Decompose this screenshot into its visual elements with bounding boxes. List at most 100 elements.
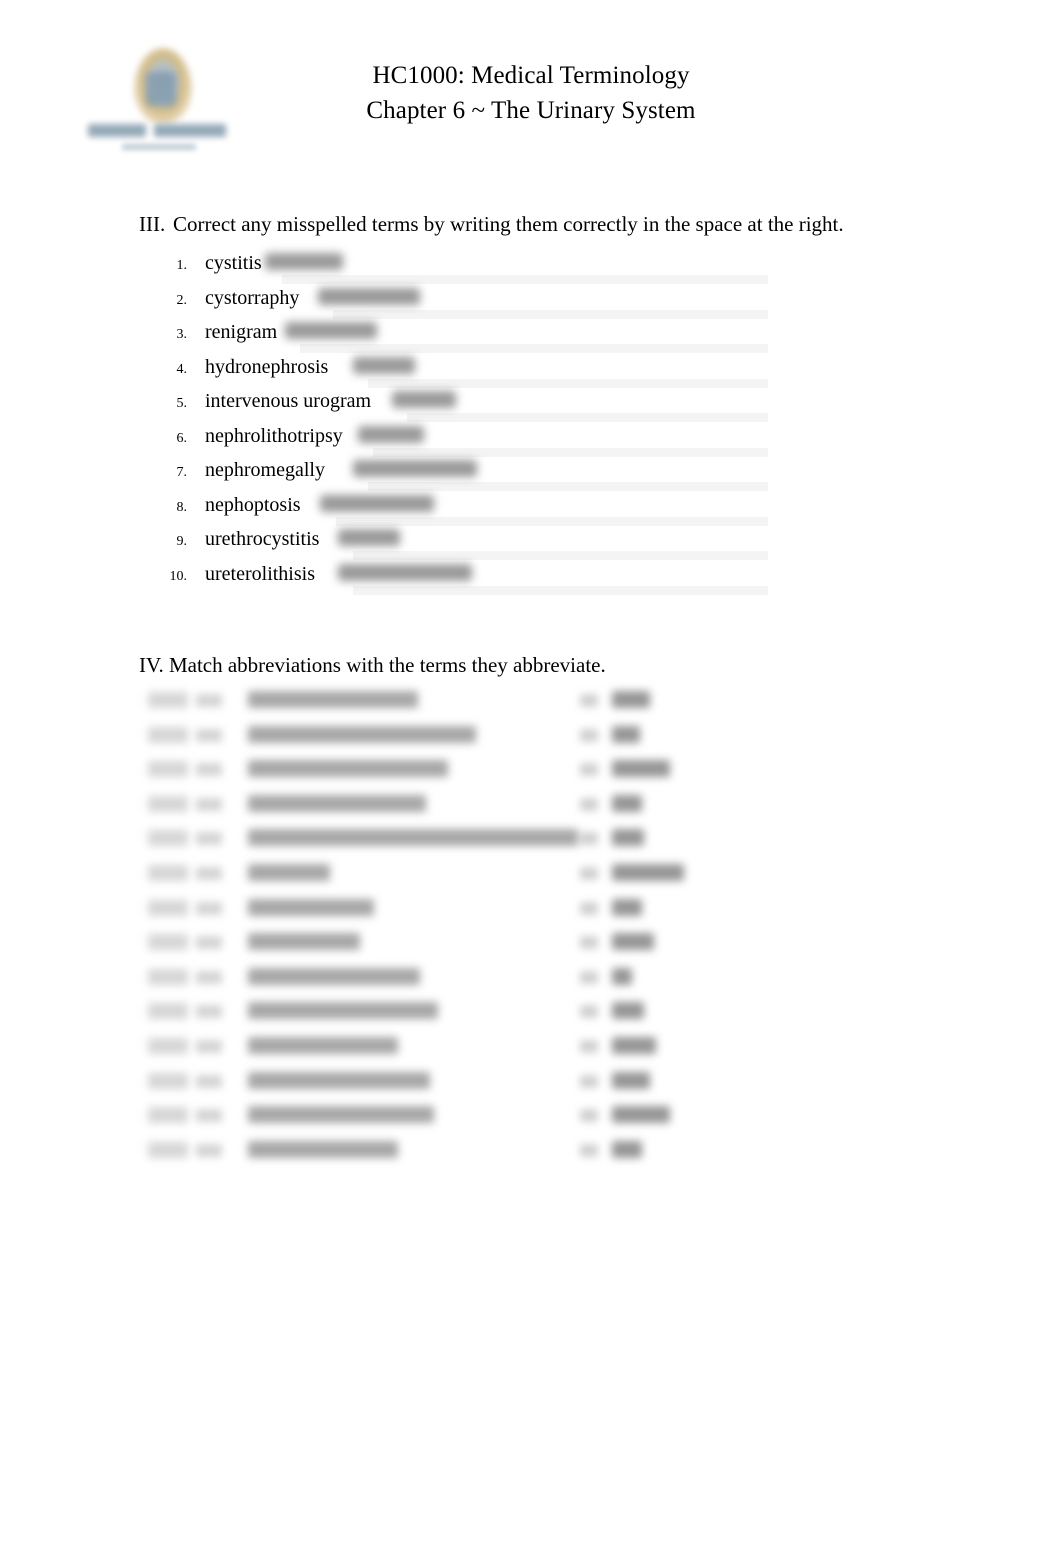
item-number: 9.: [176, 534, 188, 549]
course-title: HC1000: Medical Terminology: [372, 62, 690, 89]
spelling-item-row: 2. cystorraphy: [0, 283, 1062, 319]
matching-option-letter-redacted: [580, 1109, 598, 1123]
matching-item-row: [0, 928, 1062, 963]
matching-option-letter-redacted: [580, 728, 598, 742]
spelling-item-row: 1. cystitis: [0, 248, 1062, 284]
matching-item-number-redacted: [196, 832, 222, 846]
matching-option-letter-redacted: [580, 867, 598, 880]
spelling-item-row: 9. urethrocystitis: [0, 524, 1062, 560]
matching-item-number-redacted: [196, 970, 222, 984]
section-four-heading: IV. Match abbreviations with the terms t…: [139, 653, 606, 677]
answer-blank-line[interactable]: [353, 585, 768, 595]
matching-option-letter-redacted: [580, 970, 598, 984]
spelling-item-row: 5. intervenous urogram: [0, 386, 1062, 422]
matching-term-redacted: [248, 1106, 434, 1124]
handwritten-answer-redacted: [353, 356, 415, 374]
abbreviation-redacted: [612, 864, 684, 881]
spelling-item-row: 3. renigram: [0, 317, 1062, 353]
section-three-heading: III. Correct any misspelled terms by writ…: [139, 211, 844, 237]
matching-item-row: [0, 997, 1062, 1032]
matching-item-number-redacted: [196, 797, 222, 811]
abbreviation-redacted: [612, 1002, 644, 1020]
matching-item-row: [0, 894, 1062, 929]
matching-answer-blank[interactable]: [148, 1141, 188, 1158]
matching-answer-blank[interactable]: [148, 899, 188, 916]
handwritten-answer-redacted: [392, 391, 456, 408]
matching-answer-blank[interactable]: [148, 795, 188, 812]
matching-item-row: [0, 755, 1062, 790]
abbreviation-redacted: [612, 967, 632, 985]
handwritten-answer-redacted: [353, 460, 477, 477]
abbreviation-redacted: [612, 898, 642, 916]
medical-term: nephoptosis: [205, 493, 301, 516]
spelling-item-row: 4. hydronephrosis: [0, 352, 1062, 388]
matching-item-number-redacted: [196, 867, 222, 880]
medical-term: nephrolithotripsy: [205, 424, 343, 447]
logo-tagline: [122, 144, 196, 150]
matching-term-redacted: [248, 864, 330, 881]
matching-option-letter-redacted: [580, 1005, 598, 1019]
matching-term-redacted: [248, 1002, 438, 1020]
abbreviation-redacted: [612, 1037, 656, 1054]
matching-item-number-redacted: [196, 1074, 222, 1088]
abbreviation-redacted: [612, 829, 644, 847]
matching-term-redacted: [248, 794, 426, 812]
medical-term: intervenous urogram: [205, 390, 372, 412]
matching-option-letter-redacted: [580, 1040, 598, 1053]
medical-term: nephromegally: [205, 459, 325, 481]
matching-term-redacted: [248, 1071, 430, 1089]
matching-item-row: [0, 1136, 1062, 1171]
matching-term-redacted: [248, 691, 418, 708]
matching-term-redacted: [248, 1037, 398, 1054]
matching-item-row: [0, 686, 1062, 721]
matching-answer-blank[interactable]: [148, 761, 188, 778]
abbreviation-redacted: [612, 691, 650, 708]
abbreviation-redacted: [612, 1106, 670, 1124]
medical-term: urethrocystitis: [205, 528, 320, 550]
matching-term-redacted: [248, 1140, 398, 1158]
matching-answer-blank[interactable]: [148, 968, 188, 985]
abbreviation-redacted: [612, 933, 654, 951]
item-number: 6.: [176, 430, 188, 446]
medical-term: cystorraphy: [205, 286, 300, 309]
matching-answer-blank[interactable]: [148, 934, 188, 951]
abbreviation-redacted: [612, 760, 670, 778]
matching-answer-blank[interactable]: [148, 1003, 188, 1020]
matching-term-redacted: [248, 760, 448, 778]
matching-answer-blank[interactable]: [148, 1107, 188, 1124]
item-number: 1.: [176, 258, 188, 273]
page-header: HC1000: Medical Terminology Chapter 6 ~ …: [0, 0, 1062, 185]
handwritten-answer-redacted: [338, 563, 472, 581]
spelling-item-row: 10. ureterolithisis: [0, 559, 1062, 595]
matching-item-number-redacted: [196, 728, 222, 742]
matching-answer-blank[interactable]: [148, 1038, 188, 1054]
matching-item-number-redacted: [196, 1143, 222, 1157]
matching-item-row: [0, 721, 1062, 756]
handwritten-answer-redacted: [320, 494, 434, 512]
matching-item-row: [0, 1101, 1062, 1136]
abbreviation-redacted: [612, 1071, 650, 1089]
matching-item-number-redacted: [196, 936, 222, 950]
matching-term-redacted: [248, 898, 374, 916]
matching-option-letter-redacted: [580, 832, 598, 846]
medical-term: hydronephrosis: [205, 355, 329, 378]
matching-item-row: [0, 963, 1062, 998]
handwritten-answer-redacted: [285, 322, 377, 339]
matching-answer-blank[interactable]: [148, 830, 188, 847]
matching-item-number-redacted: [196, 763, 222, 777]
matching-item-number-redacted: [196, 1005, 222, 1019]
matching-item-number-redacted: [196, 1040, 222, 1053]
matching-answer-blank[interactable]: [148, 865, 188, 881]
matching-item-row: [0, 859, 1062, 894]
matching-item-number-redacted: [196, 901, 222, 915]
matching-answer-blank[interactable]: [148, 1072, 188, 1089]
matching-option-letter-redacted: [580, 1143, 598, 1157]
handwritten-answer-redacted: [338, 529, 400, 546]
matching-answer-blank[interactable]: [148, 726, 188, 743]
matching-item-row: [0, 824, 1062, 859]
matching-answer-blank[interactable]: [148, 692, 188, 708]
section-three-numeral: III.: [139, 212, 166, 236]
handwritten-answer-redacted: [318, 287, 420, 305]
matching-item-number-redacted: [196, 694, 222, 707]
document-title-block: HC1000: Medical Terminology Chapter 6 ~ …: [0, 58, 1062, 128]
